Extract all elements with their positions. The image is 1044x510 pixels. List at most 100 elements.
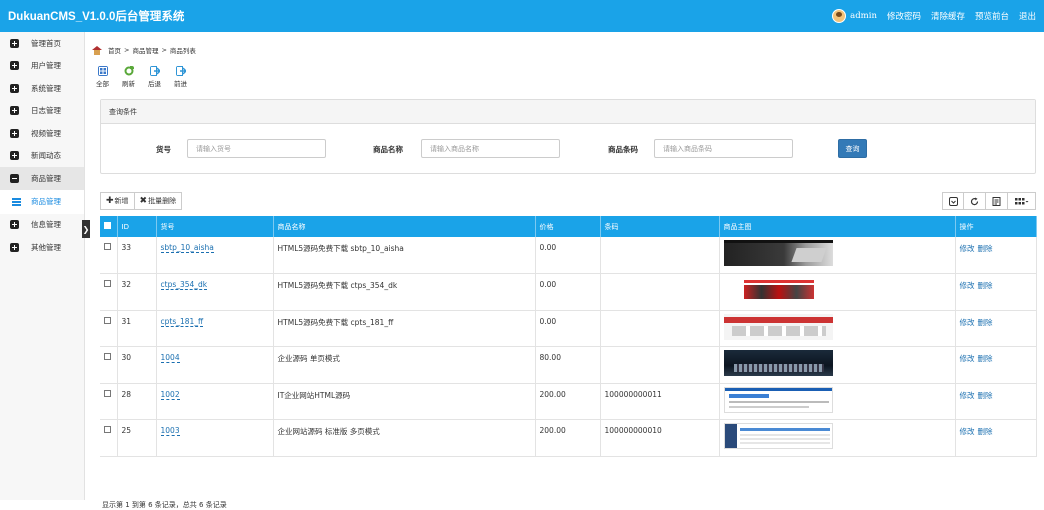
sidebar-item-info[interactable]: 信息管理 (0, 214, 84, 237)
column-header[interactable]: 操作 (955, 216, 1037, 237)
product-thumbnail[interactable] (723, 386, 833, 413)
sidebar-item-users[interactable]: 用户管理 (0, 55, 84, 78)
product-table: ID 货号 商品名称 价格 条码 商品主图 操作 33 sbtp_10_aish… (100, 216, 1037, 457)
sku-input[interactable] (187, 139, 326, 158)
column-header[interactable]: ID (117, 216, 157, 237)
breadcrumb-products[interactable]: 商品管理 (132, 45, 158, 55)
query-panel-title: 查询条件 (101, 100, 1035, 124)
sidebar-subitem-product-list[interactable]: 商品管理 (0, 189, 84, 214)
cell-sku-link[interactable]: 1003 (160, 426, 180, 436)
cell-sku-link[interactable]: 1002 (160, 389, 180, 400)
sidebar-item-videos[interactable]: 视频管理 (0, 122, 84, 145)
edit-link[interactable]: 修改 (960, 318, 975, 327)
cell-sku-link[interactable]: 1004 (160, 353, 180, 363)
delete-link[interactable]: 删除 (978, 354, 993, 363)
columns-dropdown-button[interactable] (1008, 192, 1036, 210)
edit-link[interactable]: 修改 (960, 244, 975, 253)
cell-sku-link[interactable]: ctps_354_dk (160, 280, 208, 290)
table-header-row: ID 货号 商品名称 价格 条码 商品主图 操作 (100, 216, 1037, 237)
sidebar-item-other[interactable]: 其他管理 (0, 236, 84, 259)
cell-sku-link[interactable]: cpts_181_ff (160, 316, 204, 327)
top-nav: admin 修改密码 清除缓存 预览前台 退出 (832, 9, 1044, 23)
table-row: 25 1003 企业网站源码 标准版 多页模式 200.00 100000000… (100, 419, 1037, 457)
toggle-card-view-button[interactable] (986, 192, 1008, 210)
product-thumbnail[interactable] (723, 277, 833, 303)
sidebar-collapse-button[interactable]: ❯ (82, 220, 90, 238)
refresh-icon (970, 197, 979, 205)
home-icon (92, 45, 102, 55)
row-checkbox[interactable] (104, 389, 111, 397)
plus-square-icon (10, 83, 19, 93)
row-checkbox[interactable] (104, 243, 111, 250)
delete-link[interactable]: 删除 (978, 427, 993, 436)
change-password-link[interactable]: 修改密码 (887, 10, 921, 22)
cell-barcode: 100000000010 (600, 419, 720, 457)
delete-link[interactable]: 删除 (978, 391, 993, 400)
toolbar-all-button[interactable]: 全部 (96, 66, 109, 88)
sidebar-item-news[interactable]: 新闻动态 (0, 145, 84, 168)
edit-link[interactable]: 修改 (960, 391, 975, 400)
cell-price: 0.00 (535, 237, 601, 274)
batch-delete-button[interactable]: ✖ 批量删除 (134, 192, 183, 210)
sku-label: 货号 (156, 145, 171, 154)
sidebar-item-logs[interactable]: 日志管理 (0, 100, 84, 123)
preview-site-link[interactable]: 预览前台 (975, 10, 1009, 22)
back-icon (149, 66, 160, 76)
product-thumbnail[interactable] (723, 350, 833, 376)
search-button[interactable]: 查询 (838, 139, 867, 158)
row-checkbox[interactable] (104, 353, 111, 360)
cell-price: 0.00 (535, 273, 601, 311)
product-thumbnail[interactable] (723, 240, 833, 266)
cell-sku-link[interactable]: sbtp_10_aisha (160, 243, 214, 253)
select-all-checkbox[interactable] (100, 216, 118, 237)
sidebar-item-label: 系统管理 (31, 83, 61, 93)
sidebar-item-home[interactable]: 管理首页 (0, 32, 84, 55)
toolbar-refresh-button[interactable]: 刷新 (122, 66, 135, 88)
table-row: 28 1002 IT企业网站HTML源码 200.00 100000000011… (100, 383, 1037, 420)
user-menu[interactable]: admin (832, 9, 877, 23)
cell-price: 80.00 (535, 346, 601, 384)
product-thumbnail[interactable] (723, 423, 833, 449)
plus-icon: ✚ (106, 196, 114, 206)
edit-link[interactable]: 修改 (960, 281, 975, 290)
breadcrumb-home[interactable]: 首页 (108, 45, 121, 55)
sidebar-item-products[interactable]: 商品管理 (0, 167, 84, 190)
sidebar-item-system[interactable]: 系统管理 (0, 77, 84, 100)
sidebar-item-label: 管理首页 (31, 38, 61, 48)
app-title: DukuanCMS_V1.0.0后台管理系统 (8, 11, 185, 23)
cell-id: 31 (117, 310, 157, 347)
table-tools (942, 192, 1036, 210)
column-header[interactable]: 价格 (535, 216, 601, 237)
column-header[interactable]: 条码 (600, 216, 720, 237)
cell-barcode: 100000000011 (600, 383, 720, 420)
row-checkbox[interactable] (104, 316, 111, 324)
delete-link[interactable]: 删除 (978, 281, 993, 290)
product-thumbnail[interactable] (723, 313, 833, 340)
toolbar: 全部 刷新 后退 前进 (96, 66, 187, 88)
column-header[interactable]: 商品名称 (273, 216, 536, 237)
table-row: 30 1004 企业源码 单页模式 80.00 修改 删除 (100, 346, 1037, 384)
breadcrumb: 首页 > 商品管理 > 商品列表 (92, 45, 196, 55)
add-button[interactable]: ✚ 新增 (100, 192, 135, 210)
delete-link[interactable]: 删除 (978, 318, 993, 327)
column-header[interactable]: 商品主图 (719, 216, 956, 237)
edit-link[interactable]: 修改 (960, 427, 975, 436)
row-checkbox[interactable] (104, 426, 111, 433)
edit-link[interactable]: 修改 (960, 354, 975, 363)
batch-delete-label: 批量删除 (148, 197, 177, 205)
logout-link[interactable]: 退出 (1019, 10, 1036, 22)
top-bar: DukuanCMS_V1.0.0后台管理系统 admin 修改密码 清除缓存 预… (0, 0, 1044, 32)
clear-cache-link[interactable]: 清除缓存 (931, 10, 965, 22)
sidebar-item-label: 新闻动态 (31, 151, 61, 161)
toggle-view-button[interactable] (942, 192, 964, 210)
product-name-input[interactable] (421, 139, 560, 158)
column-header[interactable]: 货号 (156, 216, 274, 237)
barcode-input[interactable] (654, 139, 793, 158)
cell-id: 28 (117, 383, 157, 420)
row-checkbox[interactable] (104, 280, 111, 287)
toolbar-forward-button[interactable]: 前进 (174, 66, 187, 88)
refresh-table-button[interactable] (964, 192, 986, 210)
toolbar-back-button[interactable]: 后退 (148, 66, 161, 88)
cell-barcode (600, 237, 720, 274)
delete-link[interactable]: 删除 (978, 244, 993, 253)
